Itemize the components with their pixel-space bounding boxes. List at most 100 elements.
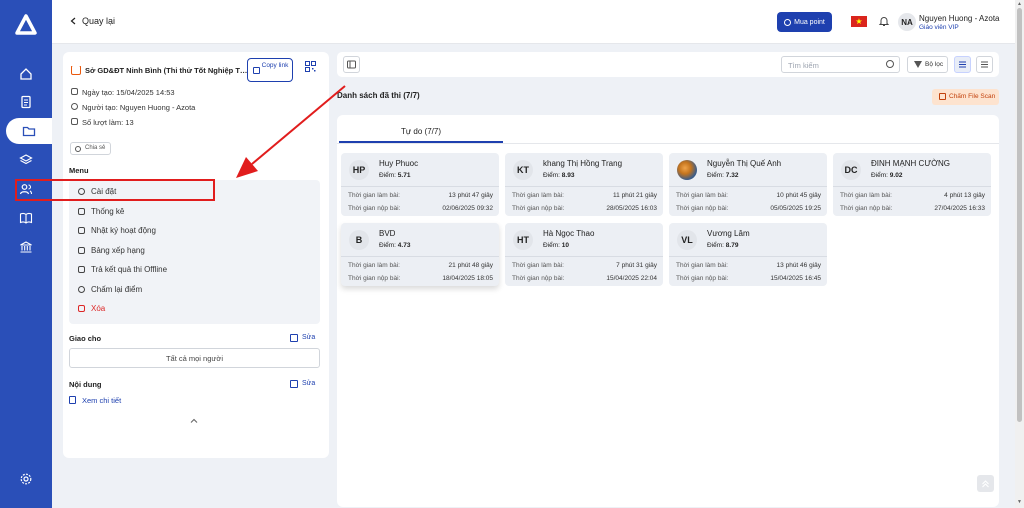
logo-icon[interactable] <box>15 14 37 36</box>
user-avatar[interactable]: NA <box>898 13 916 31</box>
card-divider <box>341 256 499 257</box>
nav-documents[interactable] <box>0 89 52 115</box>
card-divider <box>669 186 827 187</box>
score-prefix: Điểm: <box>543 242 560 249</box>
assign-edit-button[interactable]: Sửa <box>290 334 315 342</box>
menu-item-offline-results[interactable]: Trả kết quả thi Offline <box>69 260 320 280</box>
menu-item-label: Nhật ký hoạt động <box>91 226 156 235</box>
student-name: Nguyễn Thị Quế Anh <box>707 159 782 168</box>
bell-icon[interactable] <box>878 15 890 27</box>
student-score: Điểm: 10 <box>543 242 569 249</box>
created-date-text: Ngày tạo: 15/04/2025 14:53 <box>82 88 175 97</box>
refresh-icon <box>78 285 85 293</box>
coin-icon <box>784 18 792 26</box>
nav-institution[interactable] <box>0 234 52 260</box>
duration-label: Thời gian làm bài: <box>840 192 892 199</box>
student-card[interactable]: KT khang Thị Hồng Trang Điểm: 8.93 Thời … <box>505 153 663 216</box>
assign-title: Giao cho <box>69 334 102 343</box>
nav-folder[interactable] <box>6 118 52 144</box>
tab-free[interactable]: Tự do (7/7) <box>339 123 503 143</box>
student-card[interactable]: HP Huy Phuoc Điểm: 5.71 Thời gian làm bà… <box>341 153 499 216</box>
student-card[interactable]: Nguyễn Thị Quế Anh Điểm: 7.32 Thời gian … <box>669 153 827 216</box>
copy-icon <box>253 67 260 74</box>
user-role: Giáo viên VIP <box>919 24 959 31</box>
bank-icon <box>20 241 32 253</box>
exam-title-text: Sở GD&ĐT Ninh Bình (Thi thử Tốt Nghiệp T… <box>85 66 251 75</box>
share-button[interactable]: Chia sẻ <box>70 142 112 155</box>
document-icon <box>69 396 76 404</box>
nav-settings[interactable] <box>0 466 52 492</box>
duration-label: Thời gian làm bài: <box>512 192 564 199</box>
exam-info-panel: Sở GD&ĐT Ninh Bình (Thi thử Tốt Nghiệp T… <box>63 52 329 458</box>
filter-label: Bộ lọc <box>925 61 944 68</box>
copy-link-button[interactable]: Copy link <box>247 58 293 82</box>
menu-item-regrade[interactable]: Chấm lại điểm <box>69 280 320 300</box>
search-icon <box>886 60 894 68</box>
submit-label: Thời gian nộp bài: <box>676 205 729 212</box>
submit-label: Thời gian nộp bài: <box>840 205 893 212</box>
student-score: Điểm: 8.93 <box>543 172 574 179</box>
trash-icon <box>78 305 85 312</box>
score-prefix: Điểm: <box>379 172 396 179</box>
window-scrollbar[interactable]: ▲ ▼ <box>1015 0 1024 508</box>
student-card[interactable]: B BVD Điểm: 4.73 Thời gian làm bài: 21 p… <box>341 223 499 286</box>
submit-label: Thời gian nộp bài: <box>348 205 401 212</box>
double-chevron-up-icon <box>982 480 989 488</box>
buy-points-button[interactable]: Mua point <box>777 12 832 32</box>
submit-value: 15/04/2025 22:04 <box>606 275 657 282</box>
nav-home[interactable] <box>0 61 52 87</box>
scrollbar-thumb[interactable] <box>1017 8 1022 422</box>
nav-book[interactable] <box>0 205 52 231</box>
score-value: 5.71 <box>397 172 411 179</box>
vietnam-flag-icon[interactable]: ★ <box>851 16 867 27</box>
student-card[interactable]: HT Hà Ngọc Thao Điểm: 10 Thời gian làm b… <box>505 223 663 286</box>
scroll-to-top-button[interactable] <box>977 475 994 492</box>
submit-value: 27/04/2025 16:33 <box>934 205 985 212</box>
qr-code-icon[interactable] <box>305 61 316 72</box>
grid-view-button[interactable] <box>954 56 971 73</box>
share-label: Chia sẻ <box>85 145 106 151</box>
attempt-count: Số lượt làm: 13 <box>71 118 134 127</box>
back-button[interactable]: Quay lại <box>70 16 115 26</box>
menu-item-statistics[interactable]: Thống kê <box>69 202 320 222</box>
assign-target[interactable]: Tất cả mọi người <box>69 348 320 368</box>
card-divider <box>505 256 663 257</box>
chevron-up-icon[interactable] <box>190 417 198 425</box>
scan-grading-button[interactable]: Chấm File Scan <box>932 89 999 105</box>
student-card[interactable]: VL Vương Lâm Điểm: 8.79 Thời gian làm bà… <box>669 223 827 286</box>
submit-label: Thời gian nộp bài: <box>676 275 729 282</box>
edit-doc-icon <box>71 118 78 125</box>
main-area: Quay lại Mua point ★ NA Nguyen Huong - A… <box>52 0 1015 508</box>
edit-icon <box>290 334 298 342</box>
view-detail-link[interactable]: Xem chi tiết <box>69 396 121 405</box>
duration-label: Thời gian làm bài: <box>512 262 564 269</box>
sidebar-toggle-button[interactable] <box>343 56 360 73</box>
score-prefix: Điểm: <box>871 172 888 179</box>
scroll-down-icon[interactable]: ▼ <box>1017 499 1022 505</box>
student-score: Điểm: 4.73 <box>379 242 410 249</box>
filter-button[interactable]: Bộ lọc <box>907 56 948 73</box>
list-view-icon <box>981 61 988 68</box>
student-score: Điểm: 7.32 <box>707 172 738 179</box>
nav-layers[interactable] <box>0 147 52 173</box>
view-detail-label: Xem chi tiết <box>82 396 122 405</box>
exam-file-icon <box>71 66 81 75</box>
list-toolbar: Tìm kiếm Bộ lọc <box>337 52 999 77</box>
score-value: 10 <box>561 242 570 249</box>
student-name: Vương Lâm <box>707 229 750 238</box>
score-value: 8.93 <box>561 172 575 179</box>
duration-value: 10 phút 45 giây <box>776 192 821 199</box>
list-view-button[interactable] <box>976 56 993 73</box>
student-card[interactable]: DC ĐINH MẠNH CƯỜNG Điểm: 9.02 Thời gian … <box>833 153 991 216</box>
menu-item-activity-log[interactable]: Nhật ký hoạt động <box>69 221 320 241</box>
search-input[interactable]: Tìm kiếm <box>781 56 900 73</box>
menu-item-ranking[interactable]: Bảng xếp hạng <box>69 241 320 261</box>
scroll-up-icon[interactable]: ▲ <box>1017 1 1022 7</box>
content-edit-button[interactable]: Sửa <box>290 380 315 388</box>
student-score: Điểm: 5.71 <box>379 172 410 179</box>
menu-item-delete[interactable]: Xóa <box>69 299 320 319</box>
scan-label: Chấm File Scan <box>949 93 996 100</box>
document-icon <box>21 95 31 109</box>
score-prefix: Điểm: <box>543 172 560 179</box>
user-name[interactable]: Nguyen Huong - Azota <box>919 14 1000 23</box>
